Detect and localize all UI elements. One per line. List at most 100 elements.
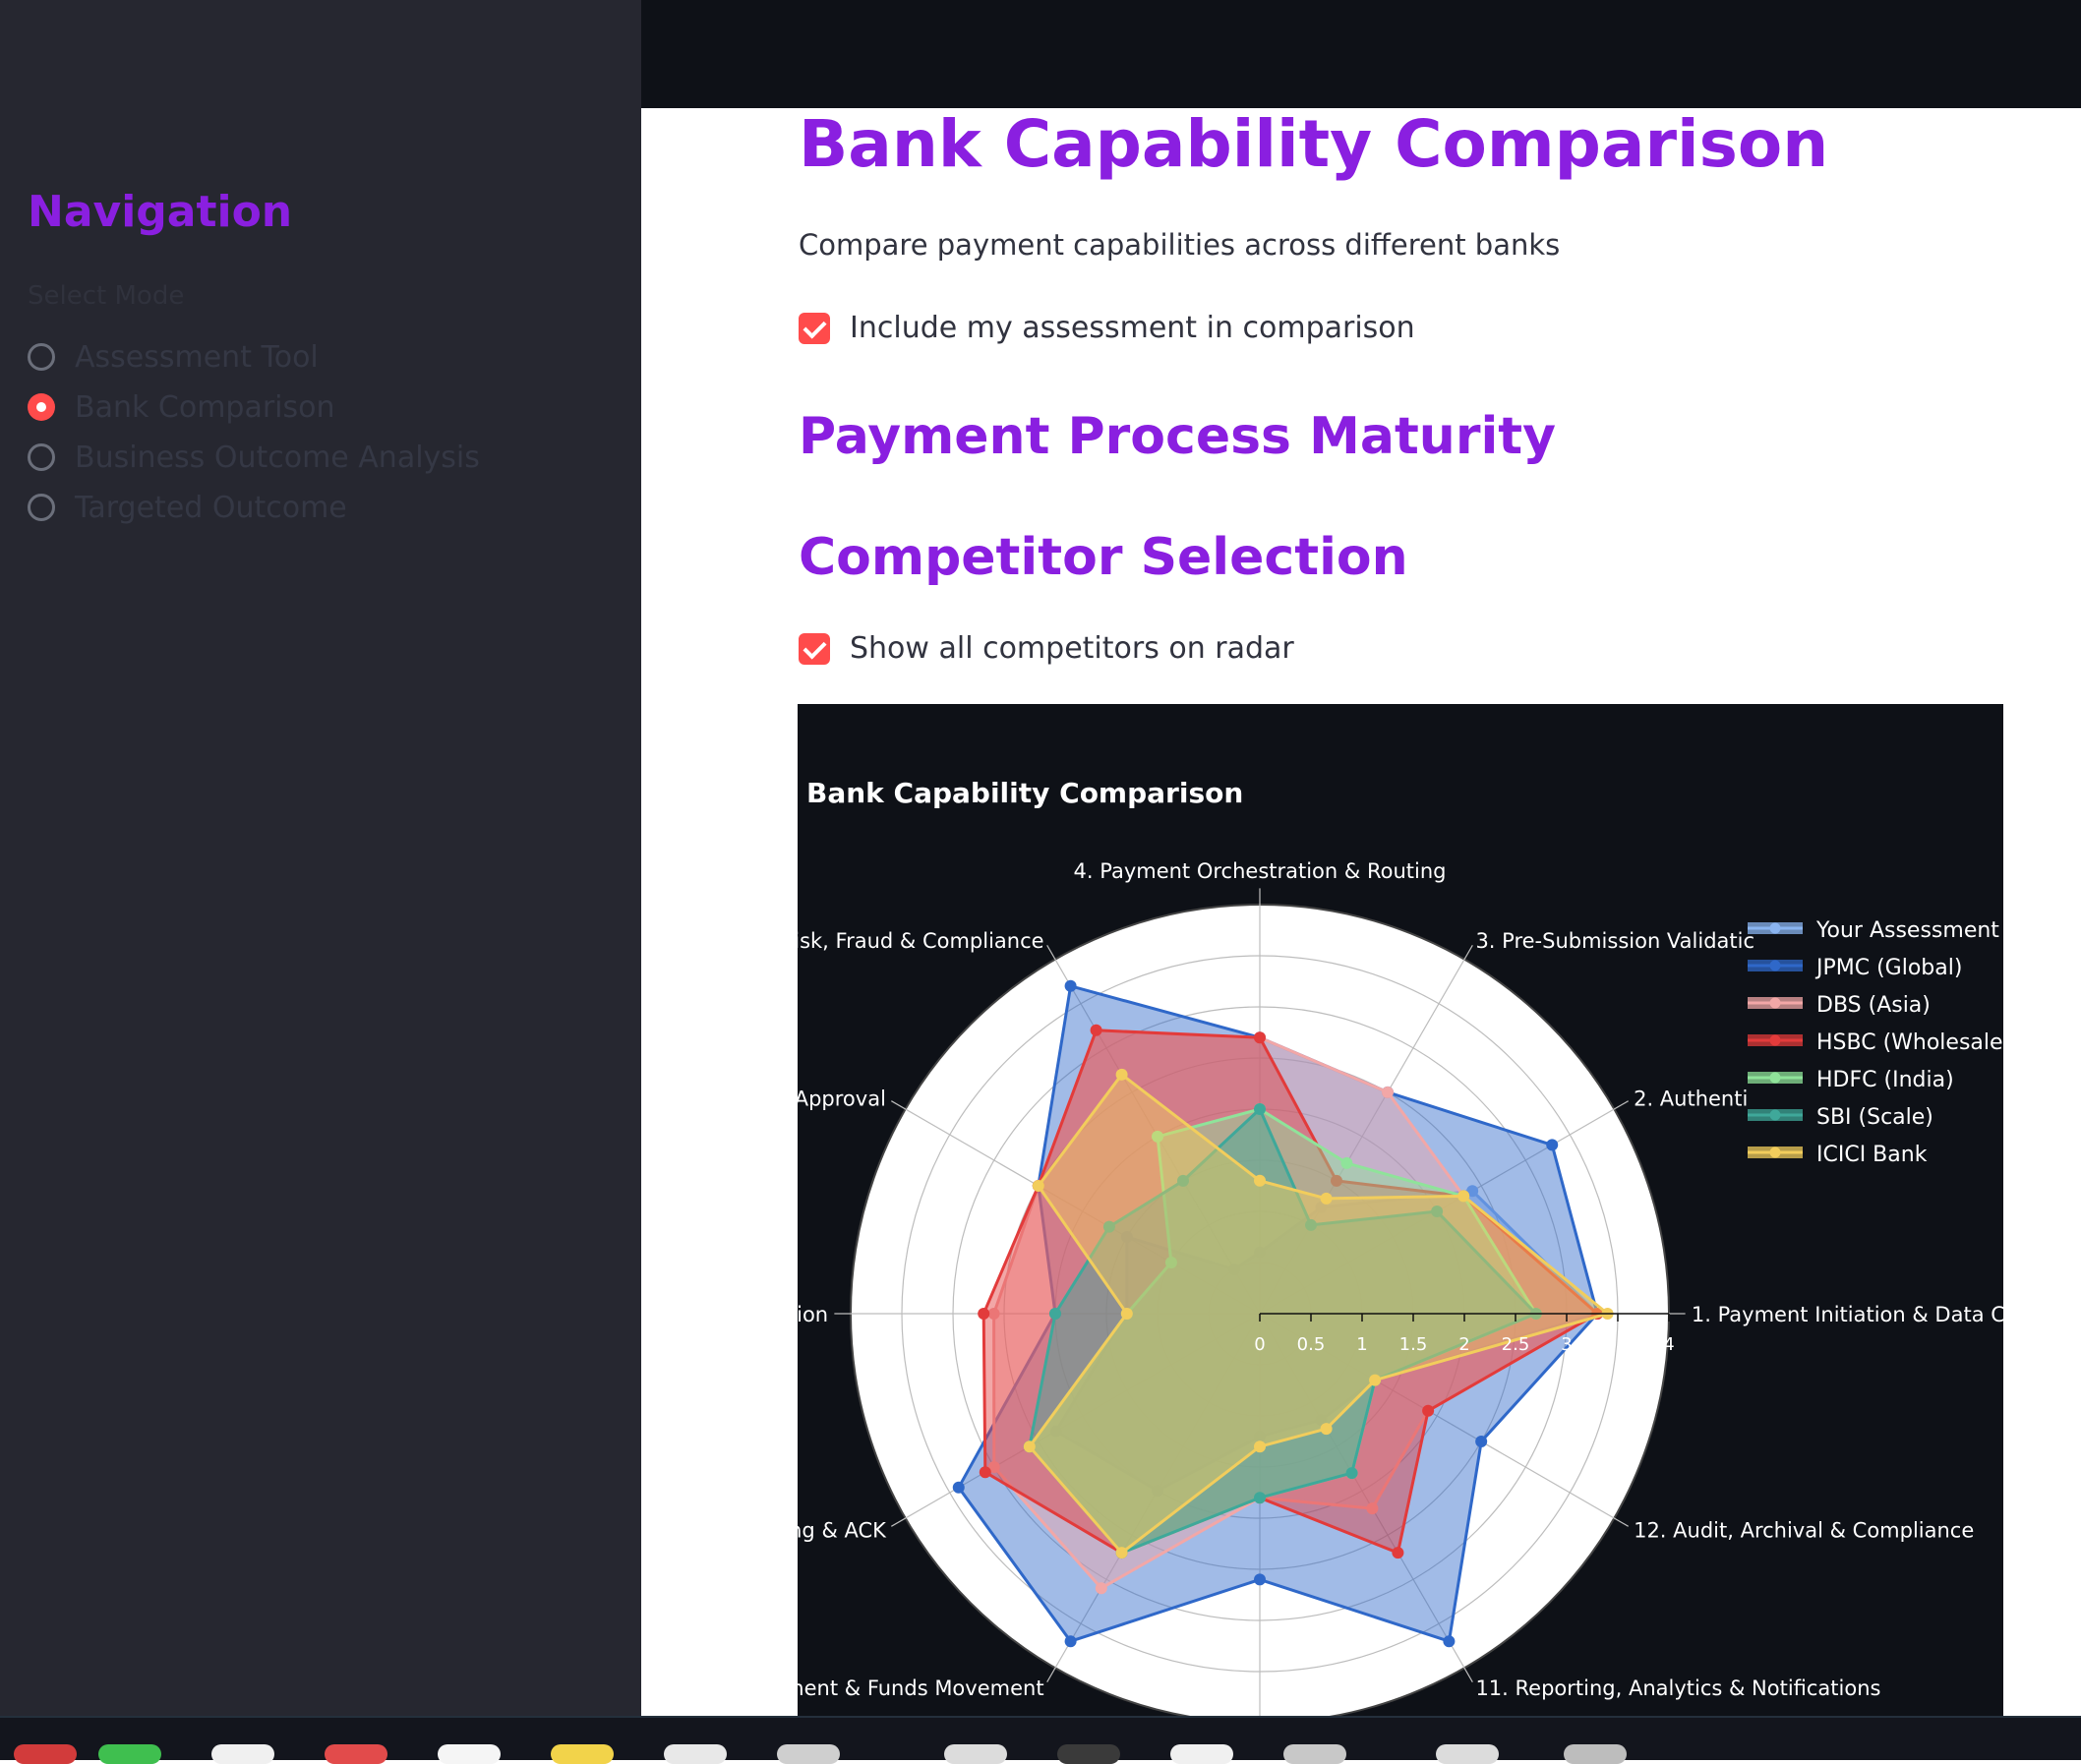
radar-axis-label: Risk, Fraud & Compliance <box>798 929 1044 953</box>
radio-button-icon[interactable] <box>28 343 55 371</box>
radio-targeted-outcome[interactable]: Targeted Outcome <box>28 486 347 529</box>
checkbox-checked-icon[interactable] <box>799 312 830 344</box>
legend-marker <box>1769 922 1781 934</box>
radar-axis-label: Approval <box>798 1088 886 1111</box>
radar-axis-label: 3. Pre-Submission Validatic <box>1475 929 1754 953</box>
radio-label: Business Outcome Analysis <box>75 440 480 475</box>
dock-app-icon[interactable] <box>14 1744 77 1764</box>
radar-chart[interactable]: Bank Capability Comparison 1. Payment In… <box>798 704 2003 1716</box>
radar-point <box>1064 1635 1077 1648</box>
legend-item-6: ICICI Bank <box>1748 1143 1928 1167</box>
radar-point <box>978 1308 990 1320</box>
radar-axis-label: 1. Payment Initiation & Data Cap <box>1692 1303 2003 1326</box>
legend-marker <box>1769 997 1781 1009</box>
radial-tick-label: 3.5 <box>1604 1334 1633 1355</box>
legend-marker <box>1769 1034 1781 1046</box>
radar-point <box>1254 1573 1266 1586</box>
dock-app-icon[interactable] <box>551 1744 614 1764</box>
legend-label: HDFC (India) <box>1816 1068 1954 1092</box>
section-heading-competitors: Competitor Selection <box>799 528 1408 587</box>
radar-point <box>1115 1068 1128 1081</box>
radar-point <box>1120 1308 1133 1320</box>
radar-point <box>1443 1635 1456 1648</box>
legend-label: Your Assessment <box>1815 918 1999 943</box>
dock-app-icon[interactable] <box>664 1744 727 1764</box>
radar-point <box>1320 1192 1333 1205</box>
legend-marker <box>1769 1072 1781 1084</box>
radial-tick-label: 2.5 <box>1502 1334 1530 1355</box>
radar-axis-label: 2. Authenti <box>1634 1088 1748 1111</box>
radio-label: Targeted Outcome <box>75 490 347 525</box>
dock-app-icon[interactable] <box>1057 1744 1120 1764</box>
dock-app-icon[interactable] <box>211 1744 274 1764</box>
legend-item-3: HSBC (Wholesale) <box>1748 1030 2003 1055</box>
radar-point <box>1023 1441 1036 1453</box>
radio-selected-icon[interactable] <box>28 393 55 421</box>
page-subtitle: Compare payment capabilities across diff… <box>799 228 1561 262</box>
radar-point <box>1254 1103 1266 1115</box>
dock-app-icon[interactable] <box>1283 1744 1346 1764</box>
radar-point <box>1032 1180 1044 1192</box>
radio-assessment-tool[interactable]: Assessment Tool <box>28 335 319 379</box>
radar-point <box>1254 1174 1266 1187</box>
radio-business-outcome-analysis[interactable]: Business Outcome Analysis <box>28 436 480 479</box>
section-heading-maturity: Payment Process Maturity <box>799 407 1557 466</box>
radar-point <box>1369 1374 1382 1386</box>
legend-label: ICICI Bank <box>1816 1143 1928 1167</box>
legend-item-2: DBS (Asia) <box>1748 993 1931 1018</box>
legend-label: DBS (Asia) <box>1816 993 1931 1018</box>
radio-button-icon[interactable] <box>28 494 55 521</box>
dock-app-icon[interactable] <box>1436 1744 1499 1764</box>
radial-tick-label: 4 <box>1663 1334 1674 1355</box>
radar-point <box>1392 1547 1404 1559</box>
radar-point <box>1095 1582 1107 1595</box>
radar-point <box>1345 1467 1358 1480</box>
radar-point <box>1382 1086 1394 1098</box>
checkbox-label: Show all competitors on radar <box>850 631 1294 666</box>
dock-app-icon[interactable] <box>325 1744 387 1764</box>
radial-tick-label: 3 <box>1561 1334 1572 1355</box>
radar-point <box>1422 1404 1435 1417</box>
legend-marker <box>1769 1147 1781 1158</box>
radar-axis-label: ng & ACK <box>798 1518 887 1542</box>
radial-tick-label: 0.5 <box>1297 1334 1326 1355</box>
radar-axis-label: 4. Payment Orchestration & Routing <box>1074 859 1447 883</box>
radar-point <box>1254 1031 1266 1044</box>
dock-app-icon[interactable] <box>98 1744 161 1764</box>
dock-app-icon[interactable] <box>777 1744 840 1764</box>
select-mode-label: Select Mode <box>28 281 185 311</box>
radar-point <box>952 1481 965 1494</box>
legend-label: JPMC (Global) <box>1814 956 1962 980</box>
radar-chart-svg: Bank Capability Comparison 1. Payment In… <box>798 777 2003 1716</box>
legend-item-0: Your Assessment <box>1748 918 1999 943</box>
radio-label: Bank Comparison <box>75 389 335 425</box>
legend-item-5: SBI (Scale) <box>1748 1105 1933 1130</box>
dock-app-icon[interactable] <box>438 1744 501 1764</box>
radar-point <box>1546 1139 1559 1151</box>
checkbox-label: Include my assessment in comparison <box>850 311 1415 345</box>
dock-app-icon[interactable] <box>1564 1744 1627 1764</box>
radar-point <box>1115 1547 1128 1559</box>
dock-app-icon[interactable] <box>1170 1744 1233 1764</box>
chart-title: Bank Capability Comparison <box>806 777 1243 809</box>
dock-app-icon[interactable] <box>944 1744 1007 1764</box>
chart-legend: Your Assessment JPMC (Global) DBS (Asia) HS… <box>1748 918 2003 1167</box>
legend-marker <box>1769 960 1781 971</box>
checkbox-checked-icon[interactable] <box>799 632 830 665</box>
radar-axis-label: ment & Funds Movement <box>798 1676 1044 1700</box>
app-header <box>641 0 2081 108</box>
radar-point <box>1457 1190 1470 1203</box>
radar-point <box>1254 1441 1266 1453</box>
radar-point <box>1254 1492 1266 1504</box>
radar-point <box>979 1466 991 1479</box>
radar-point <box>1064 979 1077 992</box>
include-assessment-checkbox[interactable]: Include my assessment in comparison <box>799 311 1415 345</box>
show-all-competitors-checkbox[interactable]: Show all competitors on radar <box>799 631 1294 666</box>
legend-marker <box>1769 1109 1781 1121</box>
radio-button-icon[interactable] <box>28 443 55 471</box>
radar-point <box>1475 1436 1488 1447</box>
sidebar: Navigation Select Mode Assessment Tool B… <box>0 0 641 1716</box>
legend-label: HSBC (Wholesale) <box>1816 1030 2003 1055</box>
legend-item-1: JPMC (Global) <box>1748 956 1962 980</box>
radio-bank-comparison[interactable]: Bank Comparison <box>28 385 335 429</box>
